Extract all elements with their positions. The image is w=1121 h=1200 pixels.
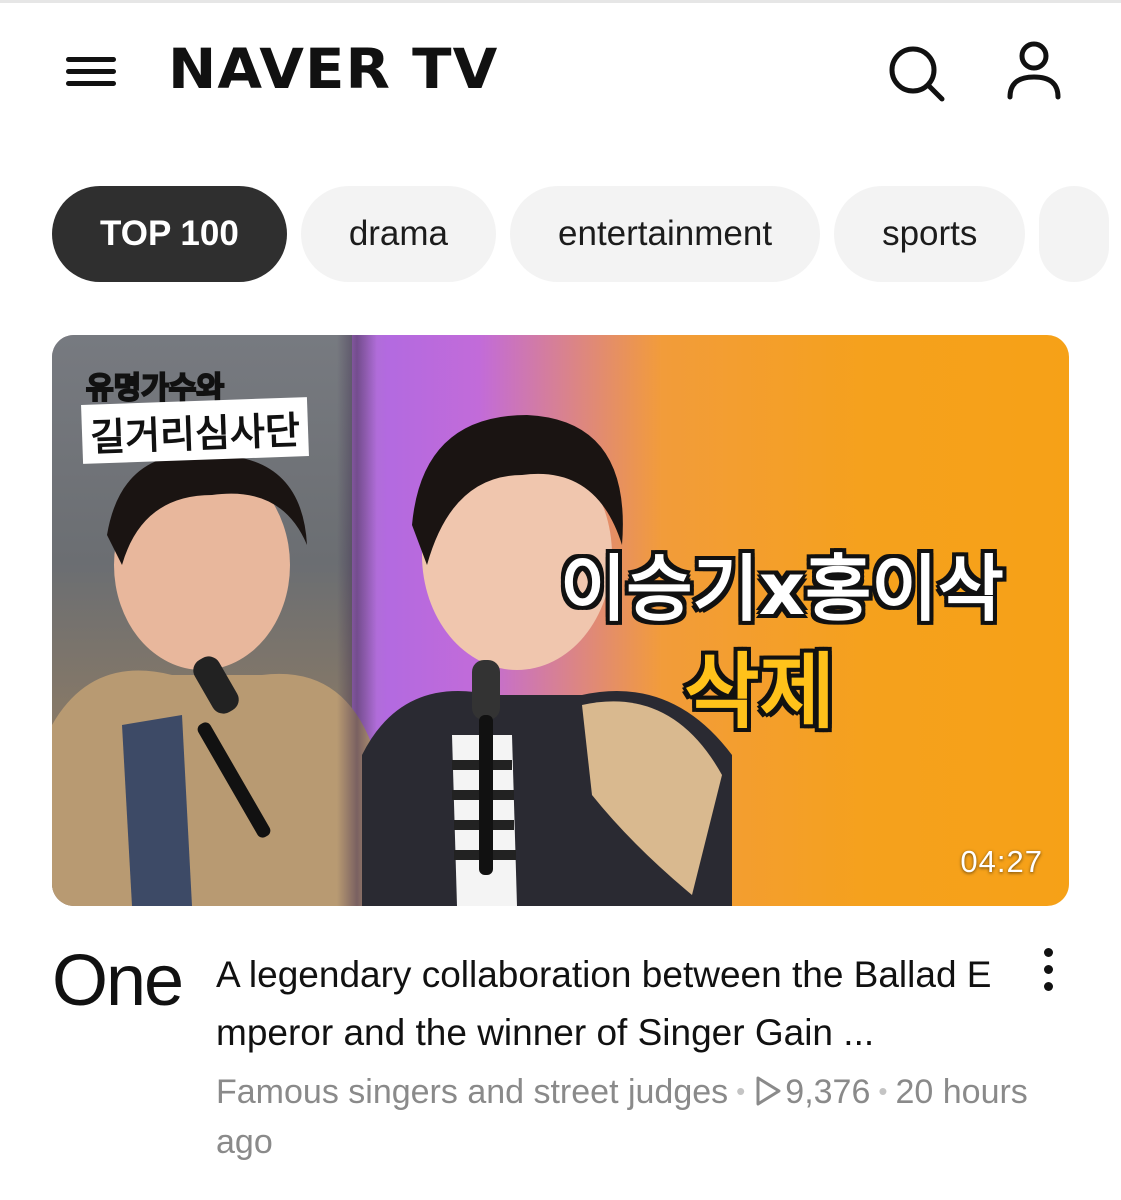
tab-sports[interactable]: sports <box>834 186 1026 282</box>
show-logo: 유명가수와 길거리심사단 <box>81 363 322 483</box>
video-meta: Famous singers and street judges • 9,376 • 2… <box>216 1066 1056 1167</box>
hamburger-menu-icon[interactable] <box>62 51 120 91</box>
singer-left-illustration <box>52 454 372 906</box>
user-icon[interactable] <box>1002 39 1066 103</box>
search-icon[interactable] <box>884 41 948 105</box>
thumbnail-overlay-subtitle: 삭제 <box>684 645 835 740</box>
meta-separator: • <box>736 1076 746 1106</box>
video-thumbnail[interactable]: 유명가수와 길거리심사단 이승기x홍이삭 삭제 04:27 <box>52 335 1069 906</box>
meta-separator: • <box>878 1076 888 1106</box>
tab-entertainment[interactable]: entertainment <box>510 186 821 282</box>
channel-name[interactable]: Famous singers and street judges <box>216 1073 728 1111</box>
video-rank: One <box>52 941 184 1021</box>
app-logo[interactable]: NAVER TV <box>168 37 498 101</box>
thumbnail-overlay-title: 이승기x홍이삭 <box>560 547 1004 631</box>
app-header: NAVER TV <box>0 3 1121 133</box>
play-icon <box>753 1073 785 1111</box>
tab-next-partial[interactable] <box>1039 186 1110 282</box>
tab-top-100[interactable]: TOP 100 <box>52 186 287 282</box>
tab-drama[interactable]: drama <box>300 186 497 282</box>
category-tabs: TOP 100 drama entertainment sports <box>52 186 1121 284</box>
show-logo-line2: 길거리심사단 <box>81 397 309 464</box>
view-count: 9,376 <box>785 1073 871 1111</box>
video-title[interactable]: A legendary collaboration between the Ba… <box>216 946 1006 1062</box>
more-options-icon[interactable] <box>1032 944 1066 994</box>
video-duration: 04:27 <box>960 844 1043 879</box>
singer-right-illustration <box>362 415 732 906</box>
